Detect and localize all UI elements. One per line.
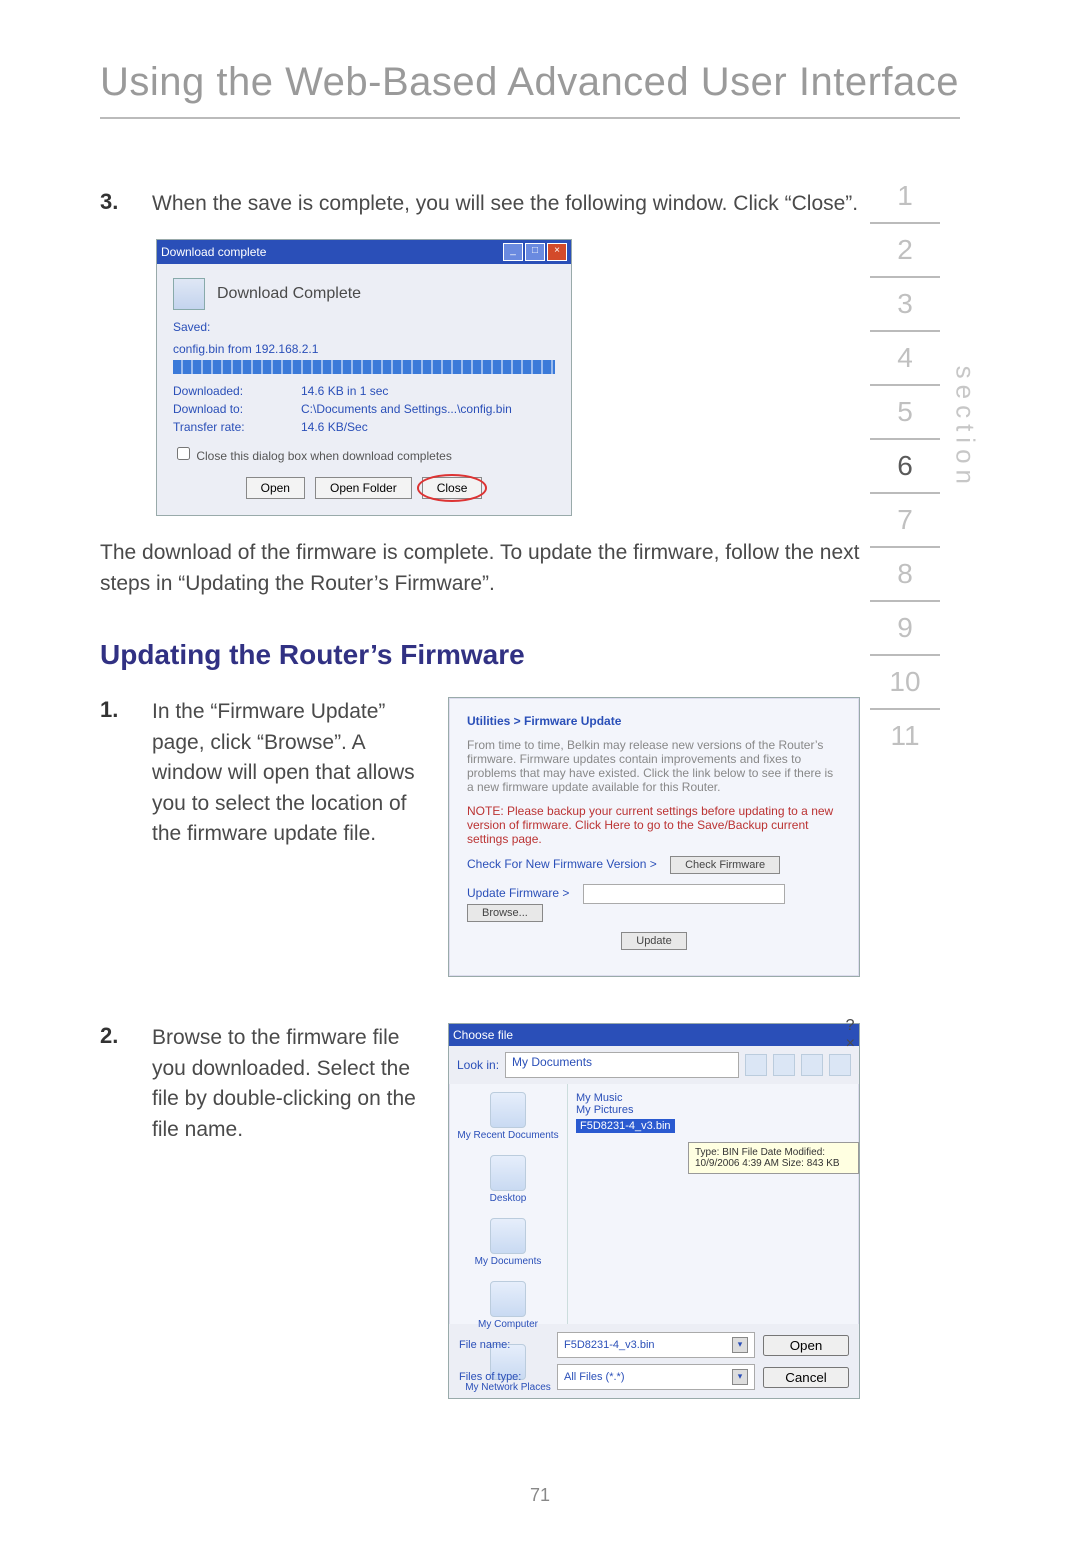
saved-file-line: config.bin from 192.168.2.1	[173, 342, 555, 356]
choose-help-icon[interactable]: ?	[846, 1017, 855, 1035]
saved-label: Saved:	[173, 320, 555, 334]
look-in-label: Look in:	[457, 1058, 499, 1072]
firmware-breadcrumb: Utilities > Firmware Update	[467, 714, 841, 728]
chevron-down-icon[interactable]: ▾	[732, 1369, 748, 1385]
back-icon[interactable]	[745, 1054, 767, 1076]
chevron-down-icon[interactable]: ▾	[732, 1337, 748, 1353]
file-tooltip: Type: BIN File Date Modified: 10/9/2006 …	[688, 1142, 859, 1174]
section-nav-item-4[interactable]: 4	[870, 332, 940, 386]
places-desktop[interactable]: Desktop	[453, 1155, 563, 1204]
places-computer-label: My Computer	[478, 1319, 538, 1330]
update-button[interactable]: Update	[621, 932, 686, 950]
section-nav-item-8[interactable]: 8	[870, 548, 940, 602]
close-on-complete-label: Close this dialog box when download comp…	[196, 449, 452, 463]
places-recent-label: My Recent Documents	[457, 1130, 558, 1141]
up-icon[interactable]	[773, 1054, 795, 1076]
step-2-num: 2.	[100, 1023, 128, 1049]
places-computer[interactable]: My Computer	[453, 1281, 563, 1330]
page-title: Using the Web-Based Advanced User Interf…	[100, 60, 960, 105]
firmware-backup-note: NOTE: Please backup your current setting…	[467, 804, 841, 846]
documents-icon	[490, 1218, 526, 1254]
places-bar: My Recent Documents Desktop My Documents…	[449, 1084, 568, 1324]
download-complete-header: Download Complete	[217, 285, 361, 303]
section-nav: 1 2 3 4 5 6 7 8 9 10 11	[870, 170, 940, 762]
maximize-icon[interactable]: □	[525, 243, 545, 261]
cancel-button[interactable]: Cancel	[763, 1367, 849, 1388]
file-list-pane[interactable]: My Music My Pictures F5D8231-4_v3.bin Ty…	[568, 1084, 859, 1324]
file-item[interactable]: My Music	[576, 1092, 851, 1104]
downloaded-value: 14.6 KB in 1 sec	[301, 384, 388, 398]
download-to-value: C:\Documents and Settings...\config.bin	[301, 402, 512, 416]
section-nav-item-1[interactable]: 1	[870, 170, 940, 224]
section-nav-item-11[interactable]: 11	[870, 710, 940, 762]
heading-divider	[100, 117, 960, 119]
screenshot-firmware-update-page: Utilities > Firmware Update From time to…	[448, 697, 860, 977]
minimize-icon[interactable]: _	[503, 243, 523, 261]
filetype-value: All Files (*.*)	[564, 1371, 625, 1383]
places-network[interactable]: My Network Places	[453, 1344, 563, 1393]
open-folder-button[interactable]: Open Folder	[315, 477, 412, 499]
filename-label: File name:	[459, 1339, 549, 1351]
download-icon	[173, 278, 205, 310]
browse-button[interactable]: Browse...	[467, 904, 543, 922]
close-button[interactable]: Close	[422, 477, 483, 499]
filename-input[interactable]: F5D8231-4_v3.bin ▾	[557, 1332, 755, 1358]
step-1-num: 1.	[100, 697, 128, 723]
section-nav-item-9[interactable]: 9	[870, 602, 940, 656]
downloaded-label: Downloaded:	[173, 384, 283, 398]
new-folder-icon[interactable]	[801, 1054, 823, 1076]
step-2-text: Browse to the firmware file you download…	[152, 1023, 420, 1145]
computer-icon	[490, 1281, 526, 1317]
dialog-title: Download complete	[161, 245, 266, 259]
section-nav-item-2[interactable]: 2	[870, 224, 940, 278]
check-firmware-button[interactable]: Check Firmware	[670, 856, 780, 874]
filetype-label: Files of type:	[459, 1371, 549, 1383]
check-firmware-label: Check For New Firmware Version >	[467, 857, 657, 871]
open-button[interactable]: Open	[246, 477, 305, 499]
firmware-intro-text: From time to time, Belkin may release ne…	[467, 738, 841, 794]
close-on-complete-checkbox[interactable]	[177, 447, 190, 460]
step-3-text: When the save is complete, you will see …	[152, 189, 858, 219]
places-recent[interactable]: My Recent Documents	[453, 1092, 563, 1141]
open-file-button[interactable]: Open	[763, 1335, 849, 1356]
look-in-dropdown[interactable]: My Documents	[505, 1052, 739, 1078]
section-nav-item-10[interactable]: 10	[870, 656, 940, 710]
step-1-text: In the “Firmware Update” page, click “Br…	[152, 697, 420, 849]
choose-file-title: Choose file	[453, 1028, 513, 1042]
section-nav-item-3[interactable]: 3	[870, 278, 940, 332]
progress-bar	[173, 360, 555, 374]
file-item-selected[interactable]: F5D8231-4_v3.bin	[576, 1119, 675, 1133]
firmware-file-input[interactable]	[583, 884, 785, 904]
transfer-rate-label: Transfer rate:	[173, 420, 283, 434]
page-number: 71	[0, 1485, 1080, 1506]
updating-firmware-heading: Updating the Router’s Firmware	[100, 639, 860, 671]
places-documents[interactable]: My Documents	[453, 1218, 563, 1267]
view-menu-icon[interactable]	[829, 1054, 851, 1076]
transfer-rate-value: 14.6 KB/Sec	[301, 420, 368, 434]
screenshot-choose-file-dialog: Choose file ? × Look in: My Documents	[448, 1023, 860, 1399]
places-desktop-label: Desktop	[490, 1193, 527, 1204]
folder-icon	[490, 1092, 526, 1128]
file-item[interactable]: My Pictures	[576, 1104, 851, 1116]
step-3-num: 3.	[100, 189, 128, 215]
desktop-icon	[490, 1155, 526, 1191]
places-documents-label: My Documents	[475, 1256, 542, 1267]
post-download-paragraph: The download of the firmware is complete…	[100, 538, 860, 599]
section-side-label: section	[949, 366, 980, 490]
section-nav-item-5[interactable]: 5	[870, 386, 940, 440]
screenshot-download-complete: Download complete _ □ × Download Complet…	[156, 239, 572, 516]
section-nav-item-6[interactable]: 6	[870, 440, 940, 494]
section-nav-item-7[interactable]: 7	[870, 494, 940, 548]
choose-close-icon[interactable]: ×	[846, 1035, 855, 1053]
close-icon[interactable]: ×	[547, 243, 567, 261]
filename-value: F5D8231-4_v3.bin	[564, 1339, 655, 1351]
places-network-label: My Network Places	[465, 1382, 551, 1393]
download-to-label: Download to:	[173, 402, 283, 416]
filetype-dropdown[interactable]: All Files (*.*) ▾	[557, 1364, 755, 1390]
update-firmware-label: Update Firmware >	[467, 886, 569, 900]
